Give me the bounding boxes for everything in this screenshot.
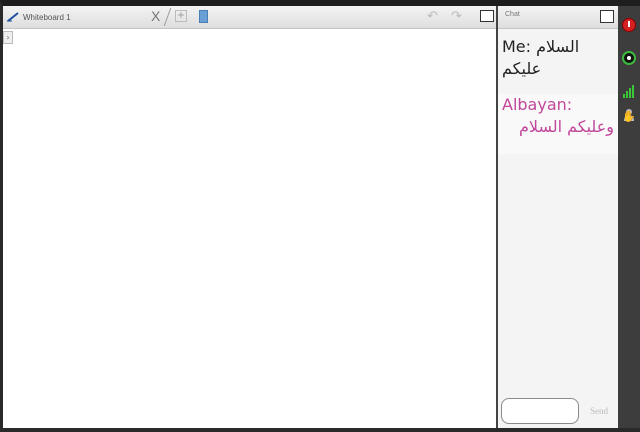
chat-panel: Chat Me: السلام عليكم Albayan: وعليكم ال… — [498, 6, 618, 428]
power-icon[interactable] — [622, 18, 636, 32]
undo-icon[interactable]: ↶ — [427, 10, 438, 24]
close-tab-icon[interactable]: X — [151, 8, 160, 24]
redo-icon[interactable]: ↷ — [451, 10, 462, 24]
message-line: Albayan: — [502, 95, 573, 114]
chat-input[interactable] — [501, 398, 579, 424]
hand-icon[interactable]: ✋ — [622, 110, 636, 124]
record-icon[interactable] — [622, 51, 636, 65]
message-line: عليكم — [502, 59, 542, 78]
whiteboard-tab-bar: Whiteboard 1 X + ↶ ↷ — [3, 6, 496, 29]
page-icon[interactable] — [199, 10, 208, 23]
chat-message: Albayan: وعليكم السلام — [498, 94, 618, 154]
chat-header: Chat — [498, 6, 618, 29]
signal-icon — [622, 84, 636, 98]
maximize-chat-icon[interactable] — [600, 10, 614, 23]
tab-whiteboard-1[interactable]: Whiteboard 1 — [7, 9, 71, 25]
maximize-whiteboard-icon[interactable] — [480, 10, 494, 22]
chat-message: Me: السلام عليكم — [498, 36, 618, 92]
right-toolbar: ✋ — [618, 6, 640, 428]
whiteboard-panel[interactable]: Whiteboard 1 X + ↶ ↷ › — [3, 6, 498, 428]
chat-title: Chat — [505, 11, 520, 18]
tab-divider — [163, 8, 172, 26]
pen-icon — [7, 12, 19, 22]
message-line: Me: السلام — [502, 37, 580, 56]
whiteboard-tab-label: Whiteboard 1 — [23, 12, 71, 22]
send-button[interactable]: Send — [584, 398, 614, 424]
message-line: وعليكم السلام — [518, 117, 614, 136]
add-tab-icon[interactable]: + — [175, 10, 187, 22]
expand-toolbox-icon[interactable]: › — [3, 31, 13, 44]
